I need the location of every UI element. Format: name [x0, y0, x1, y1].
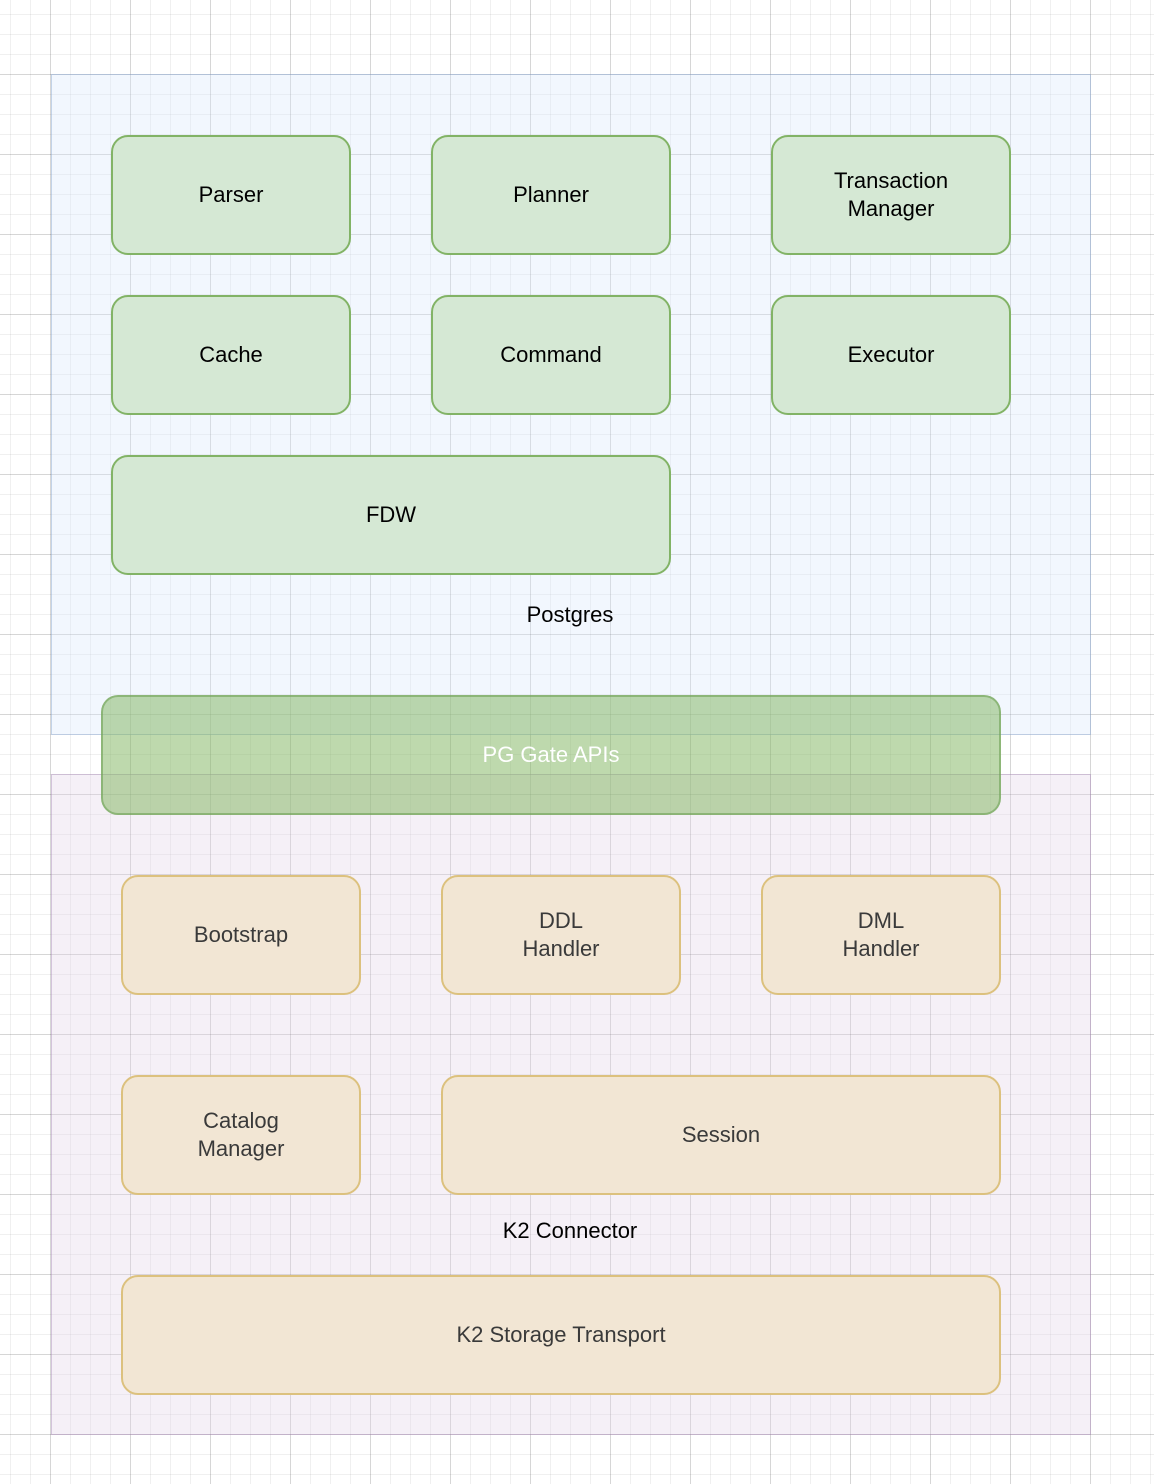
- catalog-manager-box[interactable]: Catalog Manager: [121, 1075, 361, 1195]
- planner-box[interactable]: Planner: [431, 135, 671, 255]
- session-box[interactable]: Session: [441, 1075, 1001, 1195]
- pg-gate-apis-box[interactable]: PG Gate APIs: [101, 695, 1001, 815]
- command-box[interactable]: Command: [431, 295, 671, 415]
- executor-box[interactable]: Executor: [771, 295, 1011, 415]
- bootstrap-box[interactable]: Bootstrap: [121, 875, 361, 995]
- transaction-manager-box[interactable]: Transaction Manager: [771, 135, 1011, 255]
- fdw-box[interactable]: FDW: [111, 455, 671, 575]
- k2-connector-label: K2 Connector: [502, 1218, 638, 1243]
- dml-handler-box[interactable]: DML Handler: [761, 875, 1001, 995]
- postgres-label: Postgres: [526, 602, 614, 627]
- parser-box[interactable]: Parser: [111, 135, 351, 255]
- k2-storage-transport-box[interactable]: K2 Storage Transport: [121, 1275, 1001, 1395]
- cache-box[interactable]: Cache: [111, 295, 351, 415]
- ddl-handler-box[interactable]: DDL Handler: [441, 875, 681, 995]
